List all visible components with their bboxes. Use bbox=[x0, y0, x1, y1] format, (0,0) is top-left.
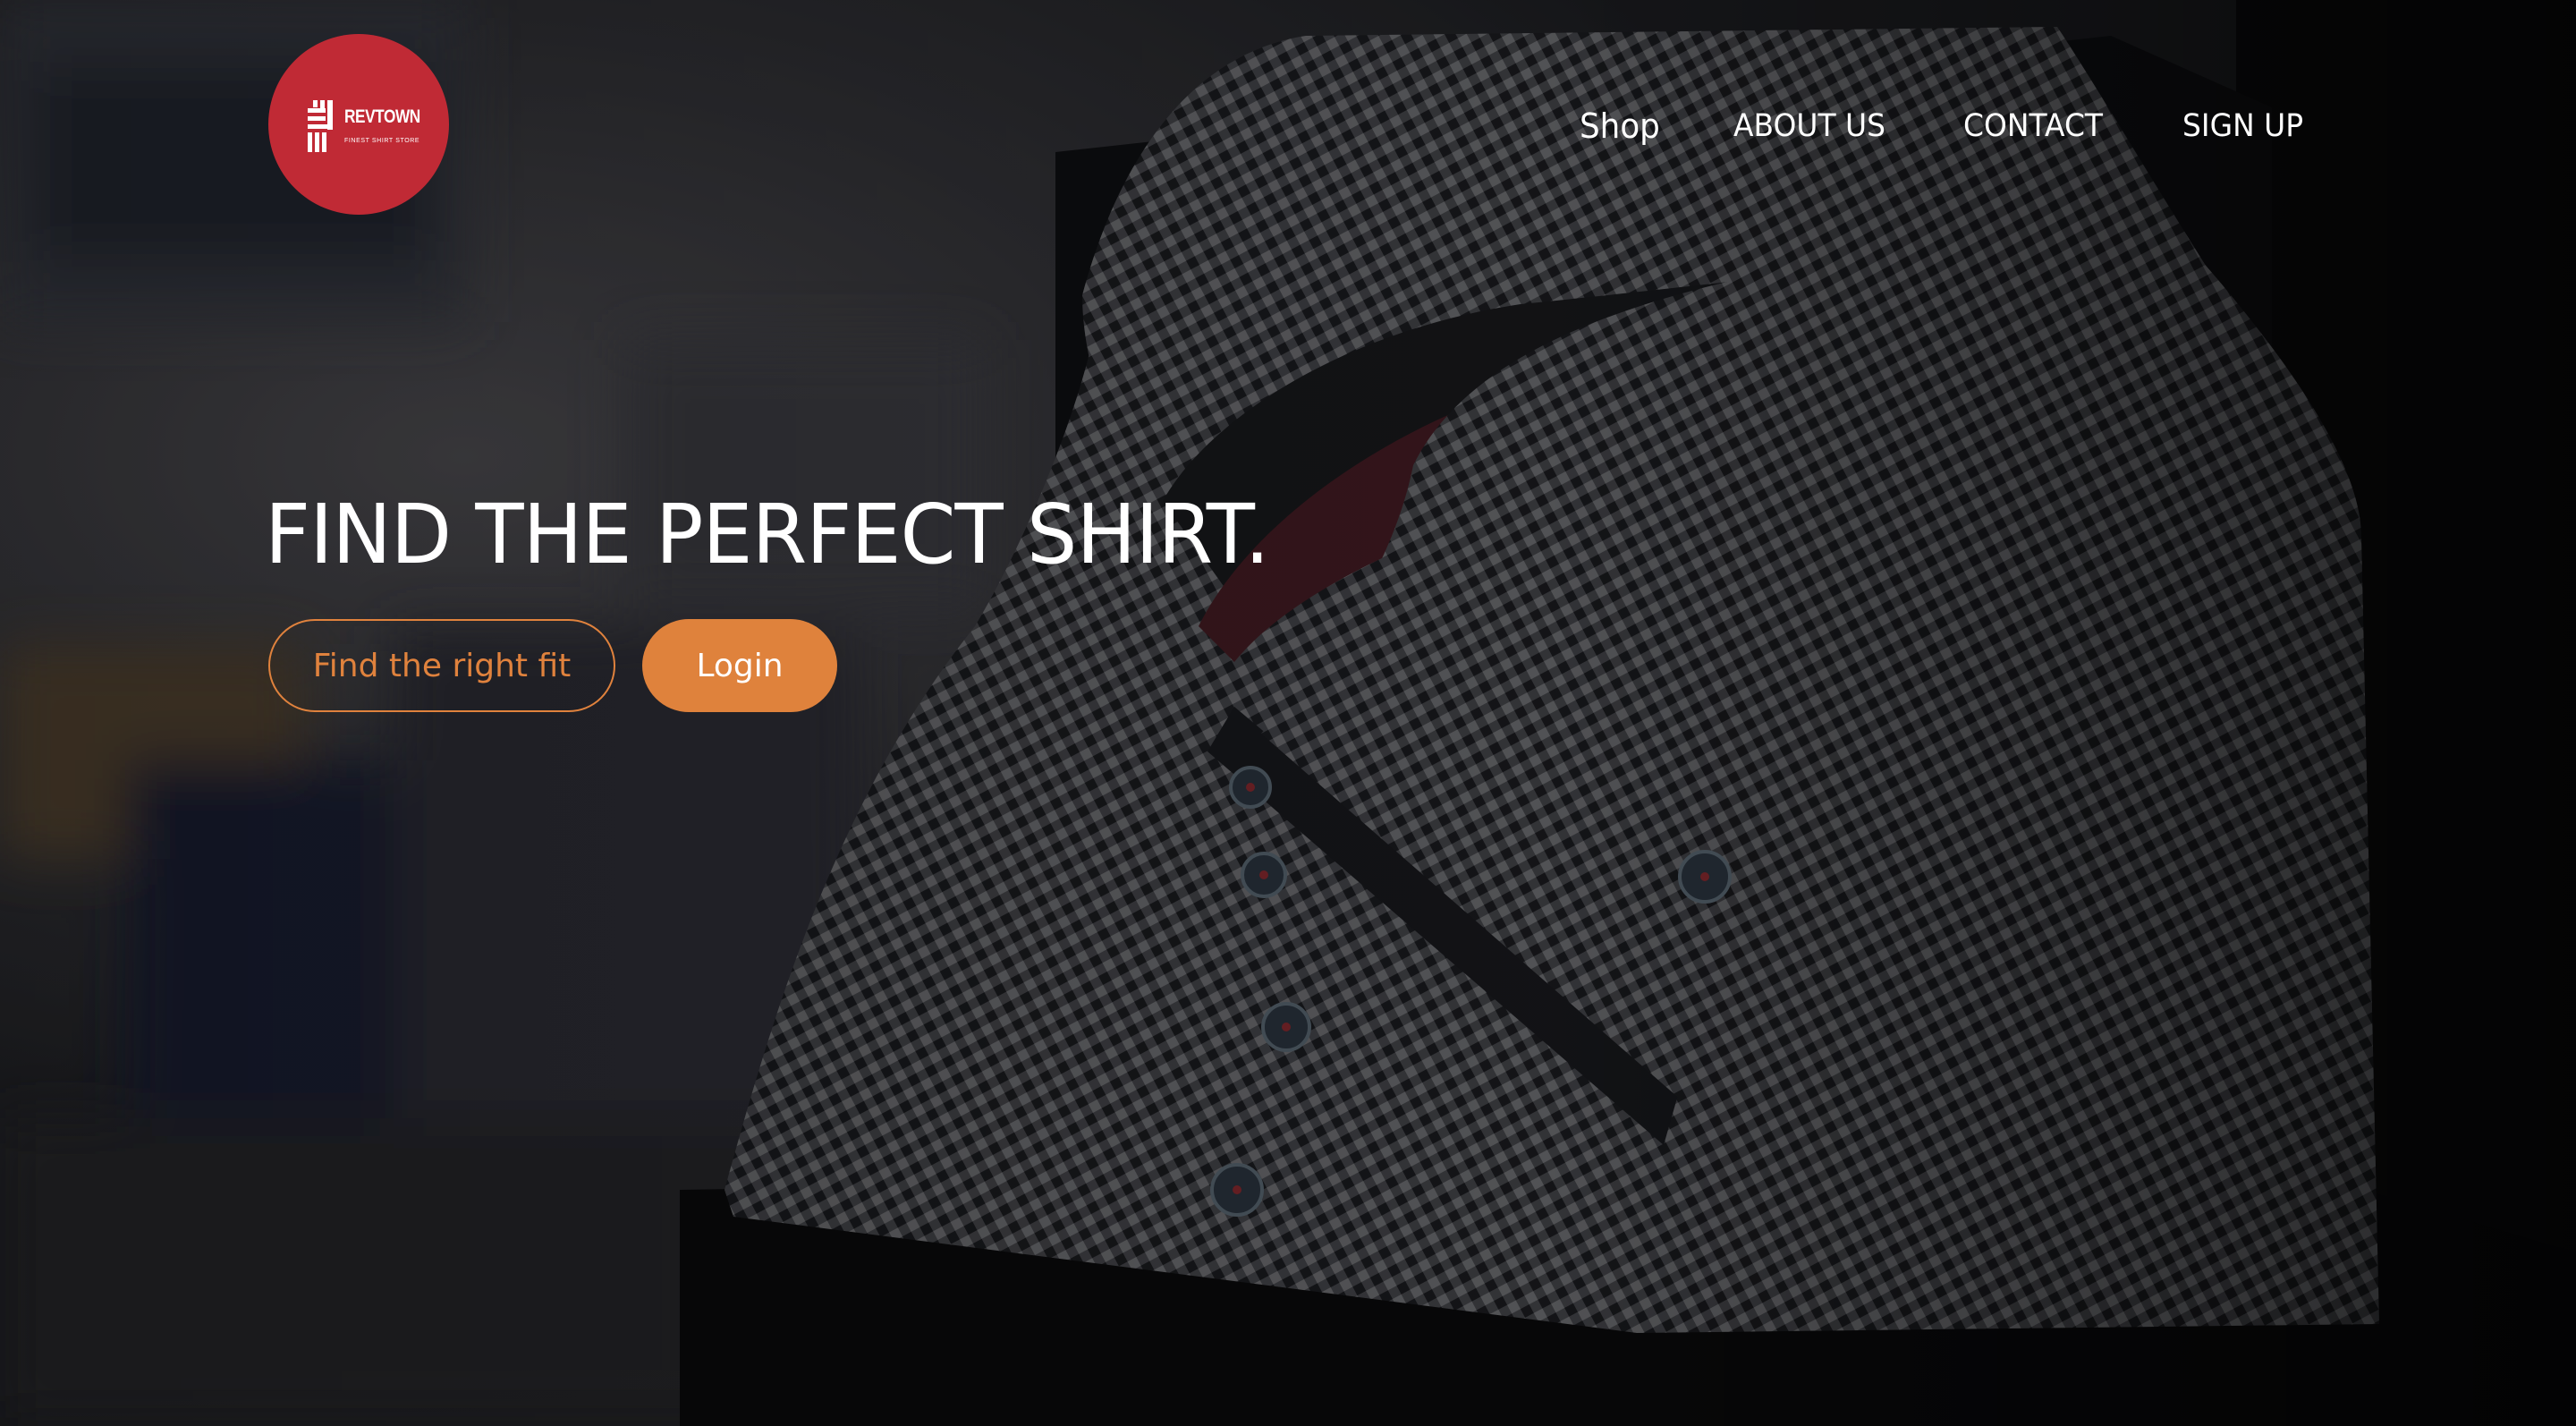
nav-signup-link[interactable]: SIGN UP bbox=[2182, 104, 2303, 149]
nav-about-link[interactable]: ABOUT US bbox=[1733, 104, 1885, 149]
nav-contact-link[interactable]: CONTACT bbox=[1963, 104, 2103, 149]
login-button[interactable]: Login bbox=[642, 619, 837, 712]
brand-tagline: FINEST SHIRT STORE bbox=[344, 138, 420, 144]
hero-headline: FIND THE PERFECT SHIRT. bbox=[265, 487, 1270, 582]
find-fit-button[interactable]: Find the right fit bbox=[268, 619, 615, 712]
brand-name: REVTOWN bbox=[344, 106, 420, 127]
hero-background-image bbox=[0, 0, 2576, 1426]
stripes-logo-icon bbox=[308, 100, 333, 152]
nav-shop-link[interactable]: Shop bbox=[1580, 104, 1660, 149]
brand-logo[interactable]: REVTOWN FINEST SHIRT STORE bbox=[268, 34, 449, 215]
